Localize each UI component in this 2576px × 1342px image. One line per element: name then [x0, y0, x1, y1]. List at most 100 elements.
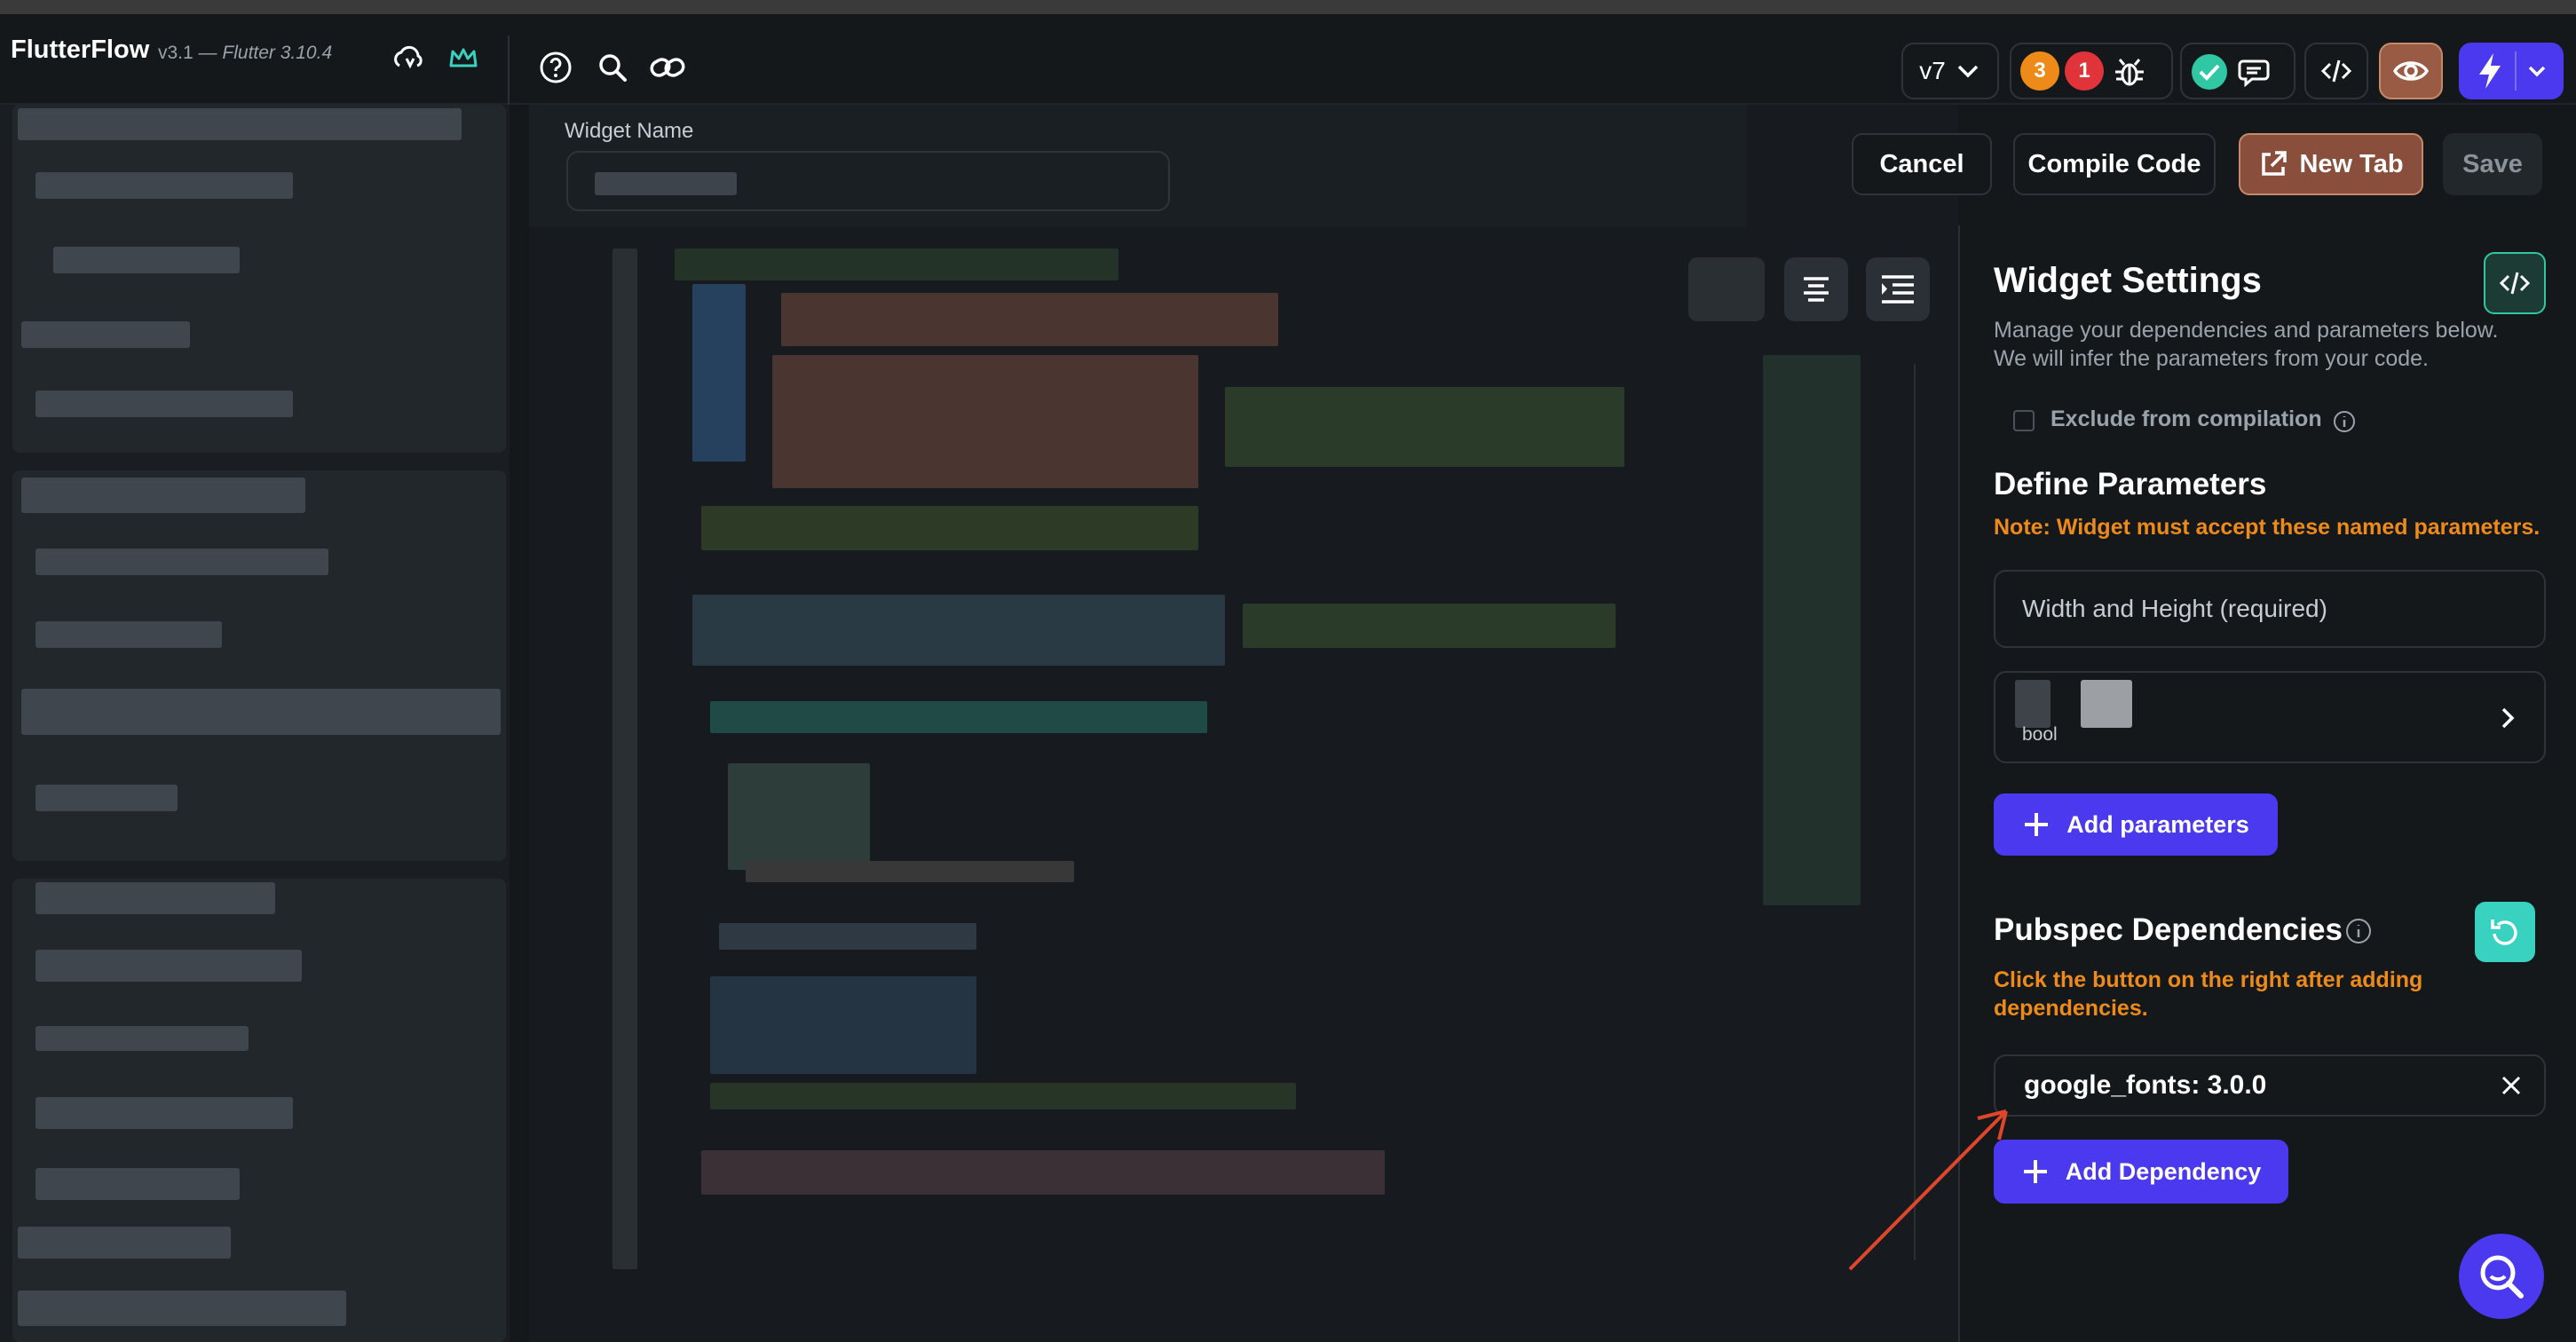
dependency-field[interactable]: google_fonts: 3.0.0 — [1994, 1054, 2546, 1117]
code-line — [710, 701, 1207, 733]
add-parameters-label: Add parameters — [2066, 810, 2249, 838]
info-icon[interactable] — [2333, 410, 2356, 438]
widget-name-input[interactable] — [566, 151, 1170, 211]
tree-item[interactable] — [36, 1097, 293, 1129]
widget-name-value — [595, 172, 737, 195]
settings-description-1: Manage your dependencies and parameters … — [1994, 318, 2499, 343]
code-icon — [2320, 59, 2352, 83]
define-parameters-note: Note: Widget must accept these named par… — [1994, 515, 2540, 540]
flutter-version: Flutter 3.10.4 — [222, 43, 333, 63]
help-icon[interactable] — [534, 46, 577, 89]
parameter-row[interactable]: bool — [1994, 671, 2546, 763]
tree-item[interactable] — [36, 785, 178, 811]
window-top-strip — [0, 0, 2576, 14]
crown-icon[interactable] — [442, 37, 485, 80]
tree-item[interactable] — [36, 621, 222, 648]
tree-item[interactable] — [36, 549, 328, 575]
search-icon — [2480, 1255, 2524, 1299]
bug-icon — [2109, 51, 2150, 92]
exclude-label: Exclude from compilation — [2051, 407, 2322, 431]
widget-settings-title: Widget Settings — [1994, 261, 2262, 300]
tree-item[interactable] — [36, 172, 293, 199]
widget-tree-panel — [0, 105, 510, 1342]
tree-item[interactable] — [36, 391, 293, 417]
width-height-field[interactable]: Width and Height (required) — [1994, 570, 2546, 648]
info-icon[interactable] — [2345, 918, 2372, 949]
save-button[interactable]: Save — [2443, 133, 2542, 195]
preview-button[interactable] — [2379, 43, 2443, 99]
width-height-label: Width and Height (required) — [2022, 595, 2327, 622]
add-parameters-button[interactable]: Add parameters — [1994, 793, 2278, 856]
tree-item[interactable] — [21, 689, 501, 735]
toolbar-divider — [508, 36, 510, 110]
align-center-icon — [1804, 277, 1829, 302]
search-icon[interactable] — [591, 46, 634, 89]
tree-item[interactable] — [36, 882, 275, 914]
format-center-button[interactable] — [1784, 257, 1848, 321]
pubspec-note-1: Click the button on the right after addi… — [1994, 967, 2423, 992]
tree-item[interactable] — [21, 478, 305, 513]
code-line — [719, 923, 976, 950]
chevron-down-icon[interactable] — [2525, 59, 2548, 83]
exclude-checkbox[interactable] — [2013, 410, 2035, 431]
floating-search-button[interactable] — [2459, 1234, 2544, 1319]
top-bar: FlutterFlow v3.1 — Flutter 3.10.4 v7 3 1 — [0, 14, 2576, 110]
link-icon[interactable] — [646, 46, 689, 89]
tree-item[interactable] — [21, 321, 190, 348]
chat-icon[interactable] — [2235, 51, 2276, 92]
open-external-icon — [2262, 151, 2288, 176]
refresh-dependencies-button[interactable] — [2475, 902, 2535, 962]
parameter-name-blurred — [2081, 680, 2132, 728]
tree-item[interactable] — [36, 950, 302, 982]
new-tab-button[interactable]: New Tab — [2239, 133, 2423, 195]
define-parameters-title: Define Parameters — [1994, 467, 2267, 501]
chevron-down-icon — [1957, 65, 1979, 78]
editor-tool-blurred[interactable] — [1688, 257, 1765, 321]
code-settings-button[interactable] — [2484, 252, 2546, 314]
code-line — [692, 595, 1225, 666]
code-line-gutter — [612, 249, 637, 1269]
code-line — [781, 293, 1278, 346]
version-dash: — — [198, 43, 223, 63]
compile-code-button[interactable]: Compile Code — [2013, 133, 2216, 195]
version-select-value: v7 — [1919, 57, 1946, 84]
settings-description-2: We will infer the parameters from your c… — [1994, 346, 2430, 371]
eye-icon — [2392, 61, 2430, 81]
format-indent-button[interactable] — [1866, 257, 1930, 321]
tree-item[interactable] — [18, 1227, 231, 1259]
app-version: v3.1 — [158, 43, 194, 63]
tree-item[interactable] — [36, 1168, 240, 1200]
version-select[interactable]: v7 — [1901, 43, 1999, 99]
close-icon[interactable] — [2500, 1074, 2523, 1097]
plus-icon — [2025, 813, 2049, 836]
app-version-info: v3.1 — Flutter 3.10.4 — [158, 43, 332, 64]
refresh-icon — [2491, 920, 2517, 945]
code-line — [701, 1150, 1385, 1195]
code-line — [1243, 604, 1616, 648]
code-icon — [2499, 272, 2531, 295]
code-line — [728, 763, 870, 870]
pubspec-note-2: dependencies. — [1994, 996, 2148, 1021]
run-button[interactable] — [2459, 43, 2564, 99]
annotation-arrow — [1848, 1109, 2008, 1271]
lightning-icon — [2479, 53, 2501, 89]
tree-item[interactable] — [18, 108, 462, 140]
new-tab-label: New Tab — [2299, 149, 2404, 178]
cancel-button[interactable]: Cancel — [1852, 133, 1992, 195]
app-name: FlutterFlow — [11, 36, 150, 64]
run-divider — [2515, 51, 2517, 91]
cloud-sync-icon[interactable] — [387, 37, 430, 80]
tree-item[interactable] — [36, 1026, 249, 1051]
code-line — [772, 355, 1198, 488]
warning-count-badge: 3 — [2020, 51, 2059, 91]
code-line — [710, 1083, 1296, 1109]
pubspec-dependencies-title: Pubspec Dependencies — [1994, 912, 2343, 947]
tree-item[interactable] — [18, 1291, 346, 1326]
code-line — [1225, 387, 1624, 467]
code-view-button[interactable] — [2304, 43, 2368, 99]
code-line — [710, 976, 976, 1074]
tree-item[interactable] — [53, 247, 240, 273]
parameter-name-blurred — [2015, 680, 2051, 728]
check-circle-icon[interactable] — [2189, 51, 2230, 92]
add-dependency-label: Add Dependency — [2065, 1157, 2262, 1185]
